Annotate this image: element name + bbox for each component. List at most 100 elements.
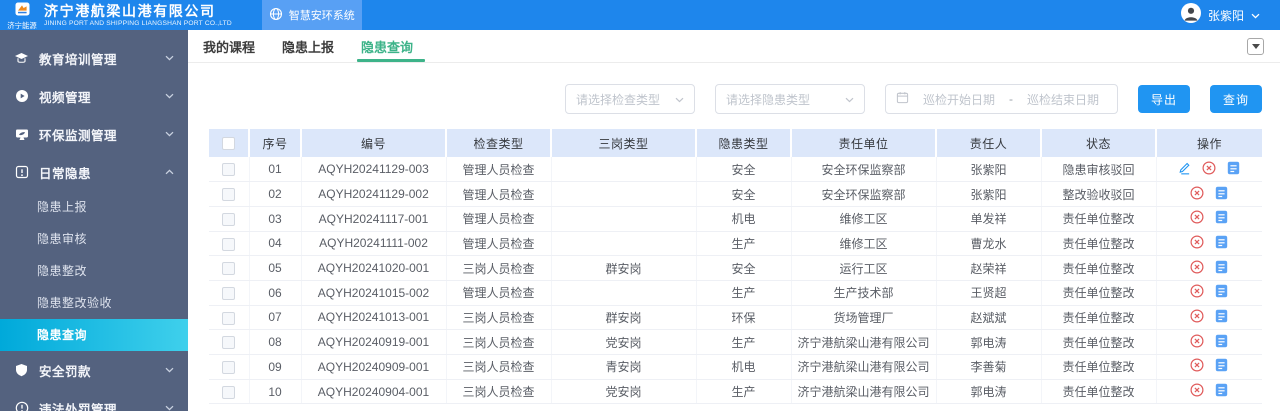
top-header: 济宁能源 济宁港航梁山港有限公司 JINING PORT AND SHIPPIN…	[0, 0, 1280, 30]
sidebar-item-daily-hazards[interactable]: 日常隐患	[0, 153, 188, 191]
document-icon[interactable]	[1215, 383, 1228, 397]
tab-my-courses[interactable]: 我的课程	[201, 30, 257, 62]
check-type-select[interactable]: 请选择检查类型	[564, 84, 695, 114]
sidebar-item-video-management[interactable]: 视频管理	[0, 77, 188, 115]
cell-check-type: 三岗人员检查	[446, 329, 552, 355]
row-checkbox[interactable]	[222, 361, 236, 374]
cell-code: AQYH20241117-001	[301, 206, 447, 232]
row-checkbox[interactable]	[222, 262, 236, 276]
cell-status: 责任单位整改	[1041, 255, 1157, 281]
close-circle-icon[interactable]	[1190, 334, 1204, 348]
tab-hazard-query[interactable]: 隐患查询	[357, 30, 426, 62]
sidebar-subitem-hazard-report[interactable]: 隐患上报	[0, 191, 188, 223]
system-tab-smart-safety[interactable]: 智慧安环系统	[261, 0, 362, 30]
collapse-panel-icon[interactable]	[1247, 38, 1264, 55]
hazard-type-select[interactable]: 请选择隐患类型	[714, 84, 865, 114]
export-button[interactable]: 导出	[1137, 85, 1190, 113]
cell-check-type: 三岗人员检查	[446, 379, 552, 405]
row-checkbox[interactable]	[222, 311, 236, 325]
cell-unit: 运行工区	[791, 255, 937, 281]
close-circle-icon[interactable]	[1190, 284, 1204, 298]
cell-check-type: 管理人员检查	[446, 181, 552, 207]
cell-hazard-type: 安全	[696, 255, 792, 281]
monitor-icon	[14, 128, 29, 141]
cell-person: 王贤超	[936, 280, 1042, 306]
chevron-down-icon	[165, 131, 174, 137]
inspection-date-range-picker[interactable]: 巡检开始日期 - 巡检结束日期	[884, 84, 1118, 114]
cell-code: AQYH20240909-001	[301, 354, 447, 380]
cell-checkbox	[209, 206, 250, 232]
cell-post-type: 群安岗	[551, 255, 697, 281]
document-icon[interactable]	[1215, 260, 1228, 274]
cell-hazard-type: 安全	[696, 157, 792, 183]
row-checkbox[interactable]	[222, 212, 236, 226]
close-circle-icon[interactable]	[1190, 383, 1204, 397]
close-circle-icon[interactable]	[1190, 358, 1204, 372]
document-icon[interactable]	[1215, 186, 1228, 200]
date-start-input[interactable]: 巡检开始日期	[915, 91, 1003, 108]
cell-hazard-type: 生产	[696, 280, 792, 306]
cell-hazard-type: 生产	[696, 231, 792, 257]
cell-status: 整改验收驳回	[1041, 181, 1157, 207]
sidebar-item-education-training[interactable]: 教育培训管理	[0, 39, 188, 77]
tab-hazard-report[interactable]: 隐患上报	[280, 30, 336, 62]
close-circle-icon[interactable]	[1190, 309, 1204, 323]
row-checkbox[interactable]	[222, 237, 236, 251]
document-icon[interactable]	[1215, 235, 1228, 249]
column-code: 编号	[301, 129, 447, 157]
row-checkbox[interactable]	[222, 188, 236, 202]
cell-status: 隐患审核驳回	[1041, 157, 1157, 183]
cell-status: 责任单位整改	[1041, 354, 1157, 380]
sidebar-subitem-hazard-query[interactable]: 隐患查询	[0, 319, 188, 351]
row-checkbox[interactable]	[222, 163, 236, 177]
close-circle-icon[interactable]	[1202, 161, 1216, 175]
row-checkbox[interactable]	[222, 286, 236, 300]
user-menu[interactable]: 张紫阳	[1180, 0, 1280, 30]
document-icon[interactable]	[1215, 284, 1228, 298]
graduation-cap-icon	[14, 52, 29, 65]
cell-seq: 05	[249, 255, 302, 281]
sidebar: 教育培训管理 视频管理 环保监测管理 日常隐患 隐患上报 隐患审核 隐患整改 隐…	[0, 30, 188, 411]
document-icon[interactable]	[1215, 210, 1228, 224]
table-body: 01 AQYH20241129-003 管理人员检查 安全 安全环保监察部 张紫阳 隐患审核…	[209, 157, 1262, 405]
date-end-input[interactable]: 巡检结束日期	[1019, 91, 1107, 108]
cell-post-type	[551, 206, 697, 232]
close-circle-icon[interactable]	[1190, 210, 1204, 224]
document-icon[interactable]	[1215, 358, 1228, 372]
table-row: 08 AQYH20240919-001 三岗人员检查 党安岗 生产 济宁港航梁山港有限公司…	[209, 329, 1262, 355]
sidebar-subitem-hazard-rectify-acceptance[interactable]: 隐患整改验收	[0, 287, 188, 319]
table-row: 09 AQYH20240909-001 三岗人员检查 青安岗 机电 济宁港航梁山港有限公司…	[209, 354, 1262, 380]
cell-code: AQYH20240919-001	[301, 329, 447, 355]
close-circle-icon[interactable]	[1190, 235, 1204, 249]
cell-checkbox	[209, 181, 250, 207]
query-button[interactable]: 查询	[1209, 85, 1262, 113]
sidebar-subitem-hazard-review[interactable]: 隐患审核	[0, 223, 188, 255]
row-checkbox[interactable]	[222, 336, 236, 350]
shield-icon	[14, 363, 29, 377]
document-icon[interactable]	[1227, 161, 1240, 175]
cell-unit: 济宁港航梁山港有限公司	[791, 379, 937, 405]
sidebar-item-environment-monitoring[interactable]: 环保监测管理	[0, 115, 188, 153]
edit-icon[interactable]	[1178, 161, 1191, 175]
cell-person: 曹龙水	[936, 231, 1042, 257]
select-all-checkbox[interactable]	[222, 137, 235, 151]
cell-post-type	[551, 280, 697, 306]
chevron-down-icon	[165, 367, 174, 373]
cell-code: AQYH20241013-001	[301, 305, 447, 331]
close-circle-icon[interactable]	[1190, 186, 1204, 200]
date-separator: -	[1008, 92, 1013, 106]
close-circle-icon[interactable]	[1190, 260, 1204, 274]
table-row: 03 AQYH20241117-001 管理人员检查 机电 维修工区 单发祥 责任单位整改	[209, 206, 1262, 232]
sidebar-item-safety-fines[interactable]: 安全罚款	[0, 351, 188, 389]
company-name-cn: 济宁港航梁山港有限公司	[44, 2, 216, 19]
row-checkbox[interactable]	[222, 385, 236, 399]
document-icon[interactable]	[1215, 334, 1228, 348]
sidebar-subitem-hazard-rectify[interactable]: 隐患整改	[0, 255, 188, 287]
video-play-icon	[14, 89, 29, 103]
cell-check-type: 三岗人员检查	[446, 305, 552, 331]
table-row: 01 AQYH20241129-003 管理人员检查 安全 安全环保监察部 张紫阳 隐患审核…	[209, 157, 1262, 183]
column-unit: 责任单位	[791, 129, 937, 157]
document-icon[interactable]	[1215, 309, 1228, 323]
sidebar-item-violation-penalty[interactable]: 违法处罚管理	[0, 389, 188, 411]
cell-actions	[1156, 305, 1262, 331]
